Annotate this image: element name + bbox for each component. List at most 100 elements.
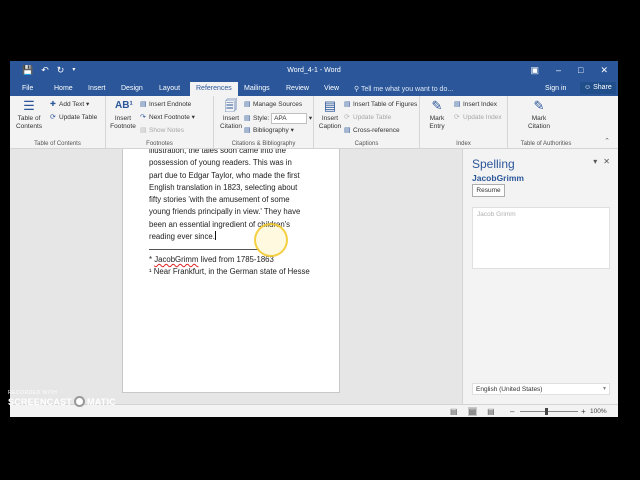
group-index: ✎ Mark Entry ▤ Insert Index ⟳ Update Index… [420,96,508,149]
cross-reference-button[interactable]: ▤ Cross-reference [344,126,400,135]
screencast-logo-icon [74,396,86,407]
misspelled-word[interactable]: JacobGrimm [154,255,198,264]
tab-layout[interactable]: Layout [159,85,180,92]
mouse-cursor-highlight [254,223,288,257]
footnote-2[interactable]: ¹ Near Frankfurt, in the German state of… [149,267,329,278]
group-footnotes: AB¹ Insert Footnote ▤ Insert Endnote ↷ Nex… [106,96,214,149]
tab-view[interactable]: View [324,85,339,92]
update-index-button[interactable]: ⟳ Update Index [454,113,502,122]
text-line: young friends principally in view.' They… [149,207,301,217]
window-title: Word_4-1 - Word [287,67,341,74]
document-page[interactable]: illustration, the tales soon came into t… [122,149,340,393]
bibliography-icon: ▤ [244,127,251,134]
maximize-icon[interactable]: □ [578,65,583,75]
tab-file[interactable]: File [22,85,33,92]
insert-index-button[interactable]: ▤ Insert Index [454,100,497,109]
body-text[interactable]: illustration, the tales soon came into t… [149,149,324,243]
screencast-watermark: RECORDED WITH SCREENCAST MATIC [8,390,116,407]
footnote-separator [149,249,259,250]
insert-caption-button[interactable]: ▤ Insert Caption [316,98,344,131]
insert-table-of-figures-button[interactable]: ▤ Insert Table of Figures [344,100,417,109]
group-table-of-authorities: ✎ Mark Citation Table of Authorities [520,98,572,147]
tab-home[interactable]: Home [54,85,73,92]
person-icon: ☺ [584,84,594,91]
view-buttons: ▤ ▤ ▤ [450,407,495,416]
title-bar: 💾 ↶ ↻ ▾ Word_4-1 - Word ▣ – □ ✕ [10,61,618,81]
tab-insert[interactable]: Insert [88,85,106,92]
restore-ribbon-icon[interactable]: ▣ [530,65,539,75]
manage-sources-button[interactable]: ▤ Manage Sources [244,100,302,109]
word-window: 💾 ↶ ↻ ▾ Word_4-1 - Word ▣ – □ ✕ File Hom… [10,61,618,417]
style-dropdown[interactable]: ▤ Style: APA ▾ [244,113,312,124]
zoom-level[interactable]: 100% [590,408,607,415]
tab-references[interactable]: References [190,82,238,96]
window-controls: ▣ – □ ✕ [530,65,608,75]
lightbulb-icon: ⚲ [354,86,361,93]
footnote-1[interactable]: * JacobGrimm lived from 1785-1863 [149,255,329,266]
insert-citation-button[interactable]: 🗐 Insert Citation [216,98,246,131]
manage-sources-icon: ▤ [244,101,251,108]
toc-icon: ☰ [23,98,35,113]
spelling-error-word: JacobGrimm [472,173,524,183]
text-line: fifty stories 'with the amusement of som… [149,195,290,205]
show-notes-button[interactable]: ▤ Show Notes [140,126,184,135]
add-text-button[interactable]: ✚ Add Text ▾ [50,100,89,109]
share-button[interactable]: ☺ Share [580,82,616,94]
text-line: part due to Edgar Taylor, who made the f… [149,170,300,180]
web-layout-icon[interactable]: ▤ [487,407,495,416]
mark-citation-button[interactable]: ✎ Mark Citation [522,98,556,131]
tab-review[interactable]: Review [286,85,309,92]
mark-entry-icon: ✎ [431,98,443,113]
insert-index-icon: ▤ [454,101,461,108]
language-dropdown[interactable]: English (United States) ▾ [472,383,610,395]
collapse-ribbon-icon[interactable]: ⌃ [604,137,610,145]
tab-mailings[interactable]: Mailings [244,85,270,92]
text-line: possession of young readers. This was in [149,158,292,168]
next-footnote-icon: ↷ [140,114,146,121]
insert-endnote-button[interactable]: ▤ Insert Endnote [140,100,191,109]
suggestions-list[interactable]: Jacob Grimm [472,207,610,269]
tell-me-box[interactable]: ⚲ Tell me what you want to do... [354,85,453,93]
table-of-figures-icon: ▤ [344,101,351,108]
refresh-icon: ⟳ [454,114,460,121]
cross-reference-icon: ▤ [344,127,351,134]
insert-footnote-button[interactable]: AB¹ Insert Footnote [108,98,138,131]
group-captions: ▤ Insert Caption ▤ Insert Table of Figure… [314,96,420,149]
style-icon: ▤ [244,115,251,122]
add-text-icon: ✚ [50,101,56,108]
table-of-contents-button[interactable]: ☰ Table of Contents [12,98,46,131]
text-line: been an essential ingredient of children… [149,219,291,229]
mark-entry-button[interactable]: ✎ Mark Entry [424,98,450,131]
print-layout-icon[interactable]: ▤ [467,407,478,416]
mark-citation-icon: ✎ [533,98,545,113]
zoom-out-icon[interactable]: – [510,407,514,416]
ribbon-tabs: File Home Insert Design Layout Reference… [10,81,618,96]
read-mode-icon[interactable]: ▤ [450,407,458,416]
sign-in-link[interactable]: Sign in [545,85,566,92]
minimize-icon[interactable]: – [556,65,561,75]
show-notes-icon: ▤ [140,127,147,134]
next-footnote-button[interactable]: ↷ Next Footnote ▾ [140,113,195,122]
tab-design[interactable]: Design [121,85,143,92]
pane-close-icon[interactable]: ✕ [603,157,610,166]
update-table-figures-button[interactable]: ⟳ Update Table [344,113,391,122]
screen: 💾 ↶ ↻ ▾ Word_4-1 - Word ▣ – □ ✕ File Hom… [0,0,640,480]
refresh-icon: ⟳ [344,114,350,121]
zoom-slider[interactable] [520,411,578,412]
zoom-slider-thumb[interactable] [545,408,548,415]
pane-options-icon[interactable]: ▾ [593,157,597,166]
zoom-in-icon[interactable]: + [581,407,586,416]
group-citations-bibliography: 🗐 Insert Citation ▤ Manage Sources ▤ Style… [214,96,314,149]
text-line: reading ever since. [149,231,216,242]
resume-button[interactable]: Resume [472,184,505,197]
close-icon[interactable]: ✕ [600,65,608,75]
endnote-icon: ▤ [140,101,147,108]
suggestion-item[interactable]: Jacob Grimm [477,211,605,218]
text-line: illustration, the tales soon came into t… [149,149,286,155]
citation-icon: 🗐 [224,98,238,113]
text-cursor [214,231,216,241]
bibliography-button[interactable]: ▤ Bibliography ▾ [244,126,294,135]
ribbon: ☰ Table of Contents ✚ Add Text ▾ ⟳ Update … [10,96,618,149]
document-area[interactable]: illustration, the tales soon came into t… [10,149,462,404]
update-table-button[interactable]: ⟳ Update Table [50,113,97,122]
